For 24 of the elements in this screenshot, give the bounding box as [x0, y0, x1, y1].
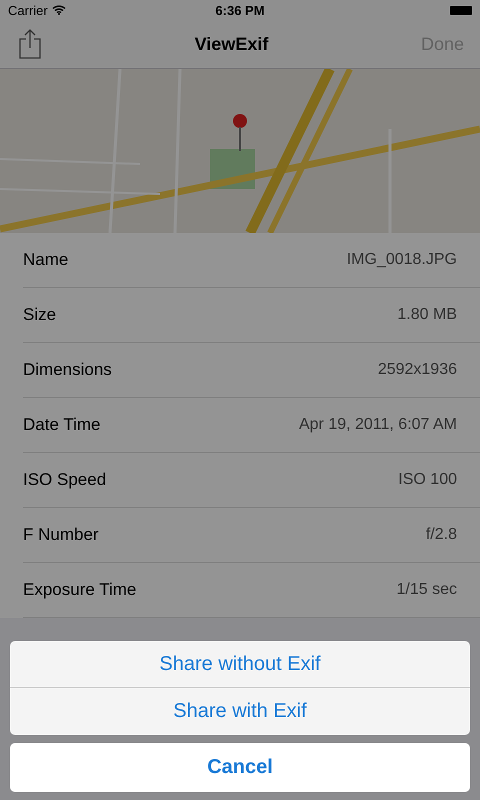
row-value: 1.80 MB [397, 306, 457, 324]
nav-title: ViewExif [194, 34, 268, 54]
row-value: Apr 19, 2011, 6:07 AM [298, 416, 457, 434]
cancel-button[interactable]: Cancel [10, 743, 470, 792]
battery-icon [450, 6, 472, 14]
share-option[interactable]: Share without Exif [10, 641, 470, 688]
wifi-icon [52, 5, 66, 15]
row-value: 2592x1936 [378, 361, 457, 379]
carrier-label: Carrier [8, 2, 48, 18]
status-time: 6:36 PM [215, 2, 265, 18]
share-option[interactable]: Share with Exif [10, 688, 470, 735]
row-label: Exposure Time [23, 580, 136, 600]
row-label: Name [23, 250, 68, 270]
row-value: ISO 100 [398, 471, 457, 489]
row-value: 1/15 sec [396, 581, 457, 599]
row-label: Size [23, 305, 56, 325]
row-label: F Number [23, 525, 99, 545]
share-icon [18, 28, 42, 60]
row-label: ISO Speed [23, 470, 106, 490]
row-label: Dimensions [23, 360, 112, 380]
row-value: IMG_0018.JPG [346, 251, 457, 269]
row-value: f/2.8 [426, 526, 457, 544]
row-label: Date Time [23, 415, 100, 435]
share-button[interactable] [18, 28, 42, 60]
